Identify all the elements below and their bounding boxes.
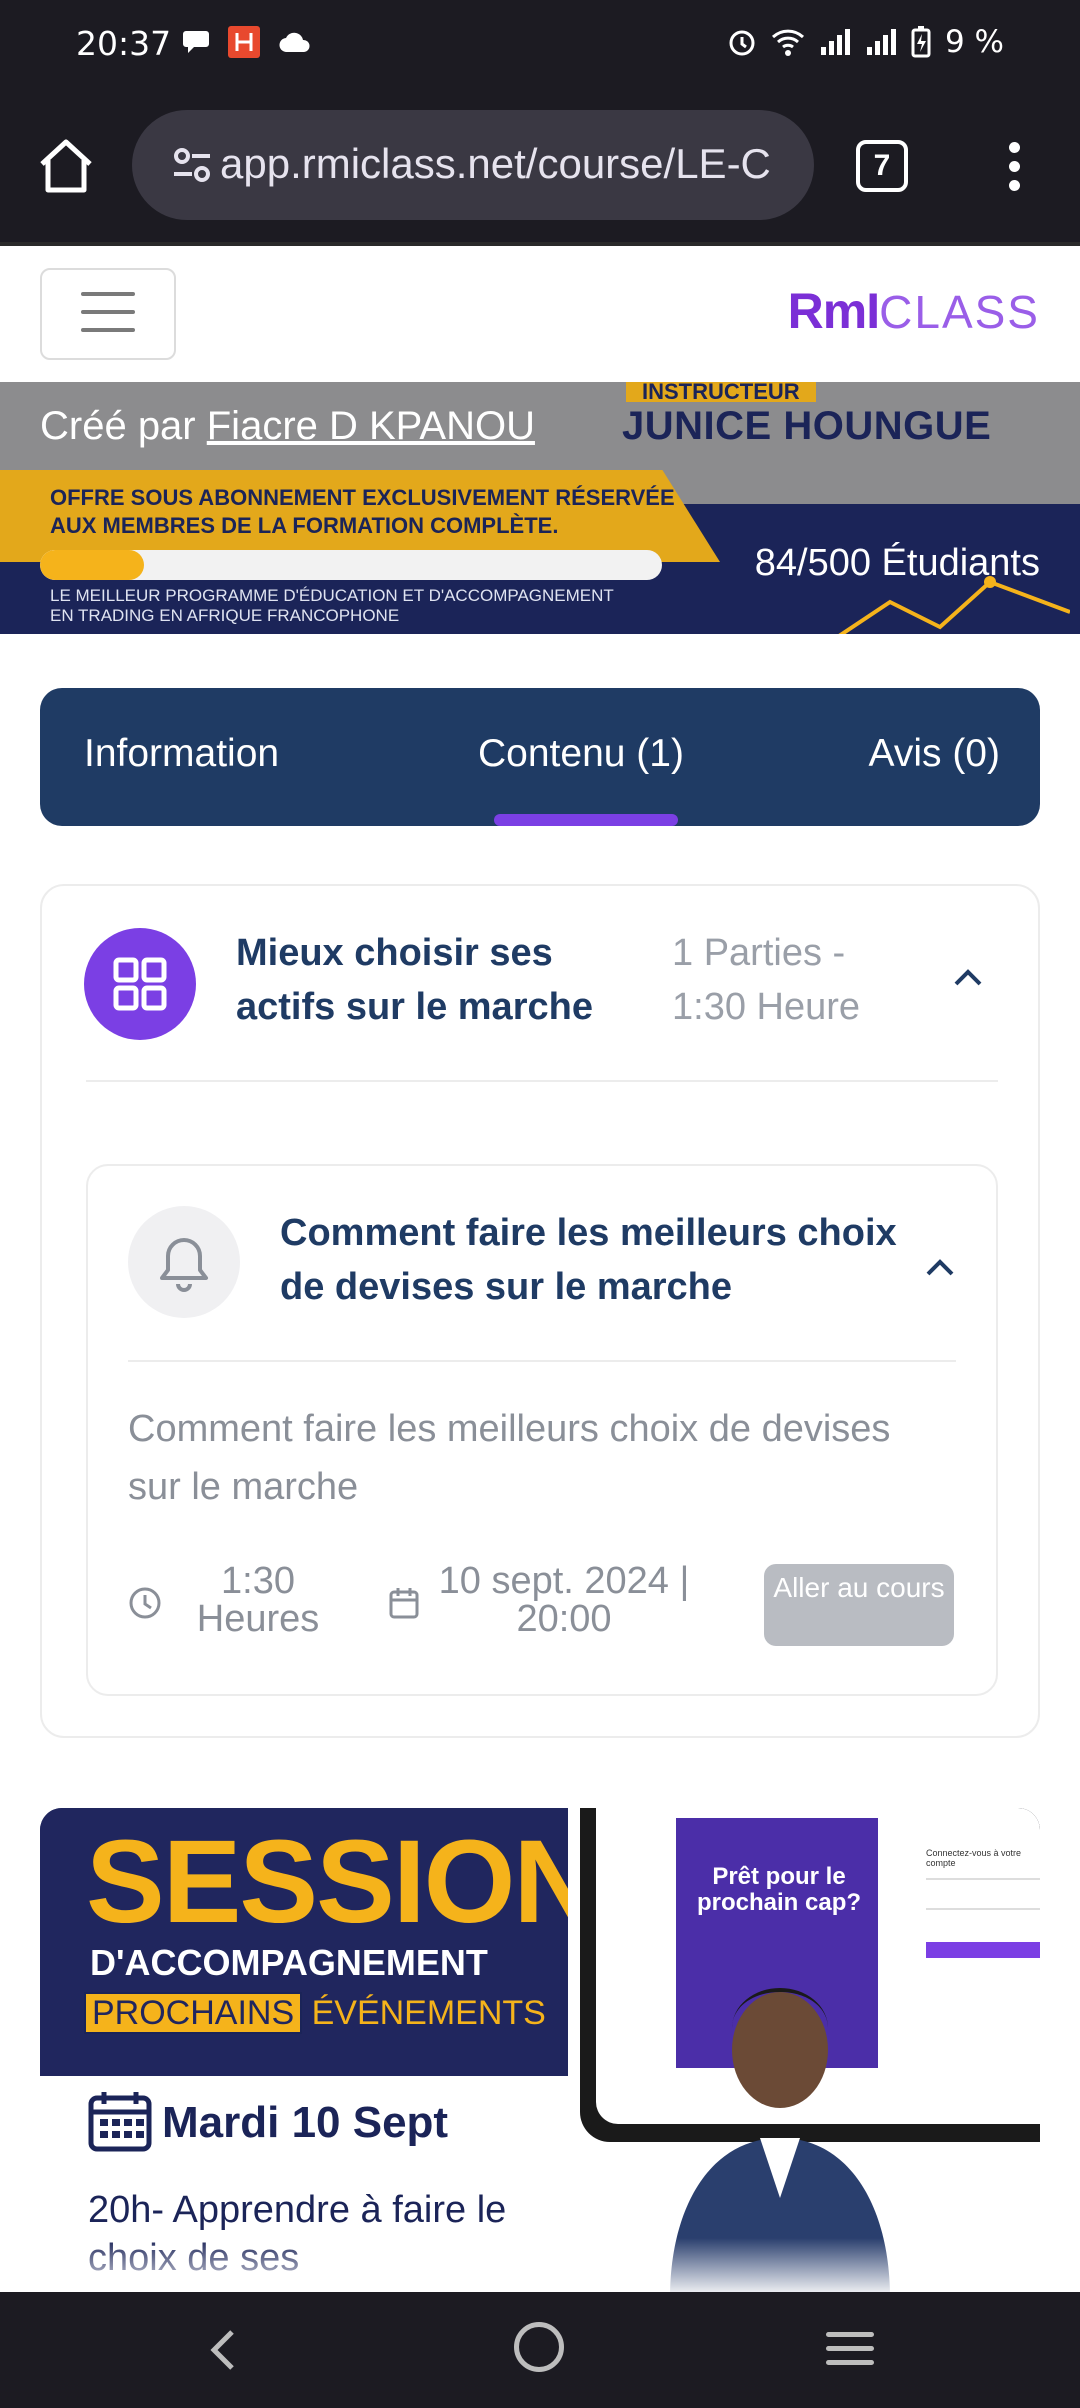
site-settings-icon[interactable]	[172, 146, 212, 184]
students-count: 84/500 Étudiants	[754, 542, 1040, 584]
tab-switcher-button[interactable]: 7	[856, 140, 908, 192]
chapter-card: Mieux choisir ses actifs sur le marche 1…	[40, 884, 1040, 1738]
chevron-up-icon[interactable]	[952, 966, 984, 990]
back-icon[interactable]	[208, 2328, 238, 2372]
promo-date: Mardi 10 Sept	[162, 2098, 449, 2147]
url-text: app.rmiclass.net/course/LE-C	[220, 140, 771, 187]
recents-icon[interactable]	[826, 2332, 874, 2374]
promo-accompagnement: D'ACCOMPAGNEMENT	[90, 1942, 488, 1983]
course-hero-banner: INSTRUCTEUR JUNICE HOUNGUE Créé par Fiac…	[0, 382, 1080, 634]
divider	[86, 1080, 998, 1082]
divider	[128, 1360, 956, 1362]
lesson-date: 10 sept. 2024 | 20:00	[438, 1560, 690, 1640]
lesson-title[interactable]: Comment faire les meilleurs choix de dev…	[280, 1206, 920, 1314]
calendar-icon	[389, 1588, 419, 1619]
creator-link[interactable]: Fiacre D KPANOU	[207, 404, 535, 448]
battery-charging-icon	[911, 26, 931, 58]
calendar-icon	[88, 2092, 152, 2152]
clock-icon	[129, 1587, 161, 1619]
status-bar: 20:37 9 %	[0, 0, 1080, 90]
status-time: 20:37	[76, 24, 172, 63]
offer-text: OFFRE SOUS ABONNEMENT EXCLUSIVEMENT RÉSE…	[50, 485, 675, 538]
instructor-tag: INSTRUCTEUR	[626, 382, 816, 402]
system-nav-bar	[0, 2292, 1080, 2408]
rmiclass-logo[interactable]: RmI CLASS	[788, 282, 1040, 340]
grid-icon	[84, 928, 196, 1040]
chapter-title[interactable]: Mieux choisir ses actifs sur le marche	[236, 926, 646, 1034]
tab-contenu[interactable]: Contenu (1)	[478, 732, 684, 776]
hamburger-menu-button[interactable]	[40, 268, 176, 360]
wifi-icon	[771, 29, 804, 56]
signal-icon	[820, 29, 850, 55]
promo-session: SESSION	[86, 1816, 599, 1948]
course-tabs: Information Contenu (1) Avis (0)	[40, 688, 1040, 826]
lesson-item: Comment faire les meilleurs choix de dev…	[86, 1164, 998, 1696]
battery-percent: 9 %	[944, 24, 1004, 60]
signal-icon	[866, 29, 896, 55]
screen-title: Prêt pour le prochain cap?	[696, 1863, 862, 1916]
browser-toolbar: app.rmiclass.net/course/LE-C 7	[0, 90, 1080, 242]
promo-banner[interactable]: SESSION D'ACCOMPAGNEMENT PROCHAINS ÉVÉNE…	[40, 1808, 1040, 2292]
chat-bubble-icon	[183, 31, 209, 53]
bell-icon	[128, 1206, 240, 1318]
tab-avis[interactable]: Avis (0)	[869, 732, 1000, 776]
active-tab-indicator	[494, 814, 678, 826]
address-bar[interactable]: app.rmiclass.net/course/LE-C	[132, 110, 814, 220]
chevron-up-icon[interactable]	[924, 1256, 956, 1280]
instructor-name: JUNICE HOUNGUE	[622, 404, 992, 448]
browser-menu-icon[interactable]	[996, 142, 1032, 192]
site-header: RmI CLASS	[0, 242, 1080, 382]
chapter-meta: 1 Parties - 1:30 Heure	[672, 932, 861, 1028]
go-to-course-button[interactable]: Aller au cours	[764, 1564, 954, 1646]
hero-tagline: LE MEILLEUR PROGRAMME D'ÉDUCATION ET D'A…	[50, 586, 614, 625]
promo-events: PROCHAINS ÉVÉNEMENTS	[84, 1992, 546, 2034]
enrollment-progress-bar	[40, 550, 662, 580]
screen-login-label: Connectez-vous à votre compte	[926, 1848, 1022, 1868]
cloud-icon	[279, 32, 310, 53]
home-icon[interactable]	[34, 134, 98, 198]
alarm-icon	[729, 30, 755, 56]
created-by: Créé par Fiacre D KPANOU	[40, 404, 535, 448]
app-h-icon	[228, 26, 260, 58]
tab-information[interactable]: Information	[84, 732, 279, 776]
lesson-description: Comment faire les meilleurs choix de dev…	[128, 1408, 891, 1508]
nav-home-icon[interactable]	[514, 2322, 564, 2372]
lesson-duration: 1:30 Heures	[196, 1560, 320, 1640]
